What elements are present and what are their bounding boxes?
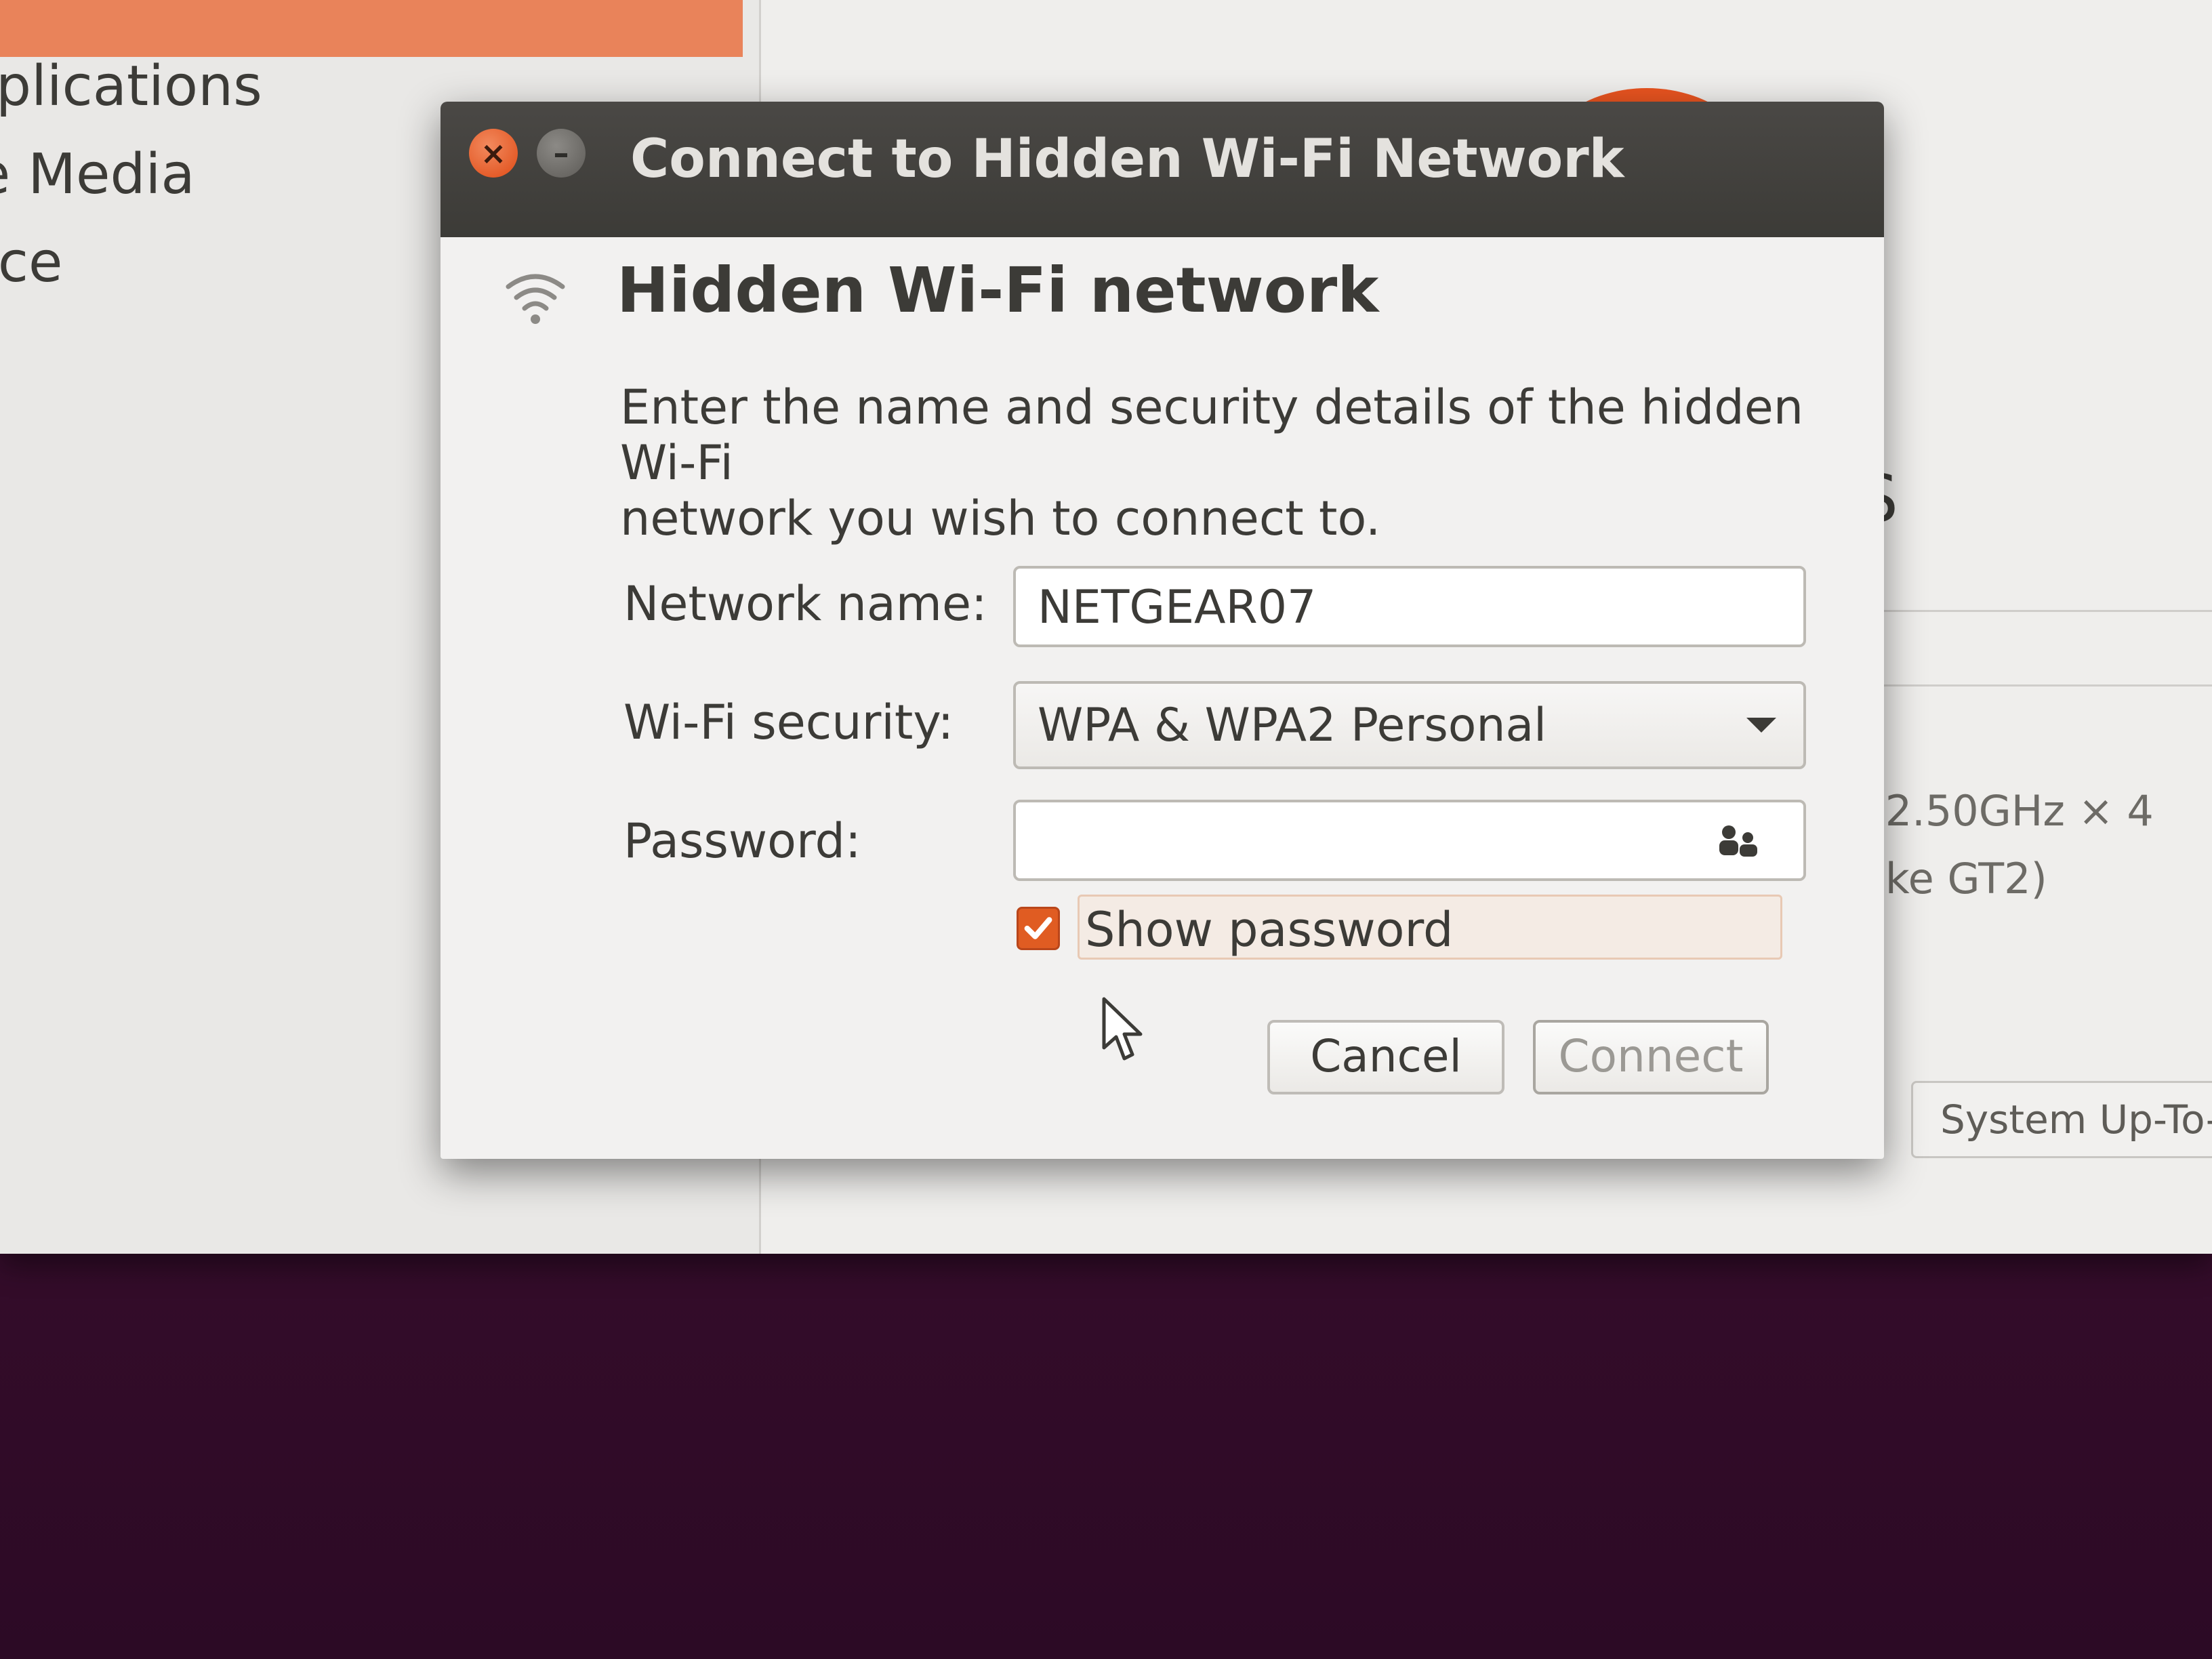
description-line: Enter the name and security details of t… — [620, 380, 1804, 491]
connect-button[interactable]: Connect — [1533, 1020, 1769, 1094]
network-name-value: NETGEAR07 — [1038, 581, 1317, 634]
show-password-row[interactable]: Show password — [1013, 895, 1803, 962]
close-icon[interactable]: × — [469, 129, 518, 178]
system-up-to-date-button[interactable]: System Up-To-D — [1911, 1081, 2212, 1158]
dialog-description: Enter the name and security details of t… — [620, 380, 1840, 546]
dialog-title: Connect to Hidden Wi-Fi Network — [630, 129, 1624, 190]
cancel-button[interactable]: Cancel — [1267, 1020, 1504, 1094]
show-password-focus-box[interactable]: Show password — [1078, 895, 1782, 960]
minimize-icon[interactable]: – — [537, 129, 586, 178]
hidden-wifi-dialog: × – Connect to Hidden Wi-Fi Network Hidd… — [441, 102, 1884, 1159]
description-line: network you wish to connect to. — [620, 491, 1381, 546]
wifi-security-select[interactable]: WPA & WPA2 Personal — [1013, 681, 1806, 769]
sidebar-item-applications[interactable]: pplications — [0, 54, 302, 119]
network-name-label: Network name: — [623, 576, 987, 632]
chevron-down-icon — [1746, 718, 1776, 733]
wifi-icon — [506, 274, 565, 324]
password-label: Password: — [623, 813, 861, 869]
sidebar-item-removable-media[interactable]: le Media — [0, 142, 234, 207]
dialog-heading: Hidden Wi-Fi network — [617, 254, 1379, 327]
show-password-checkbox[interactable] — [1017, 907, 1060, 950]
wifi-security-value: WPA & WPA2 Personal — [1038, 699, 1547, 752]
key-icon[interactable] — [1715, 821, 1763, 862]
wifi-security-label: Wi-Fi security: — [623, 695, 954, 750]
show-password-label: Show password — [1085, 902, 1454, 958]
sidebar-selected-item[interactable] — [0, 0, 743, 57]
network-name-field[interactable]: NETGEAR07 — [1013, 566, 1806, 647]
sidebar-item-notice[interactable]: tice — [0, 230, 102, 295]
dialog-titlebar[interactable]: × – Connect to Hidden Wi-Fi Network — [441, 102, 1884, 237]
password-field[interactable] — [1013, 800, 1806, 881]
checkmark-icon — [1024, 917, 1052, 939]
mouse-cursor-icon — [1102, 997, 1143, 1061]
